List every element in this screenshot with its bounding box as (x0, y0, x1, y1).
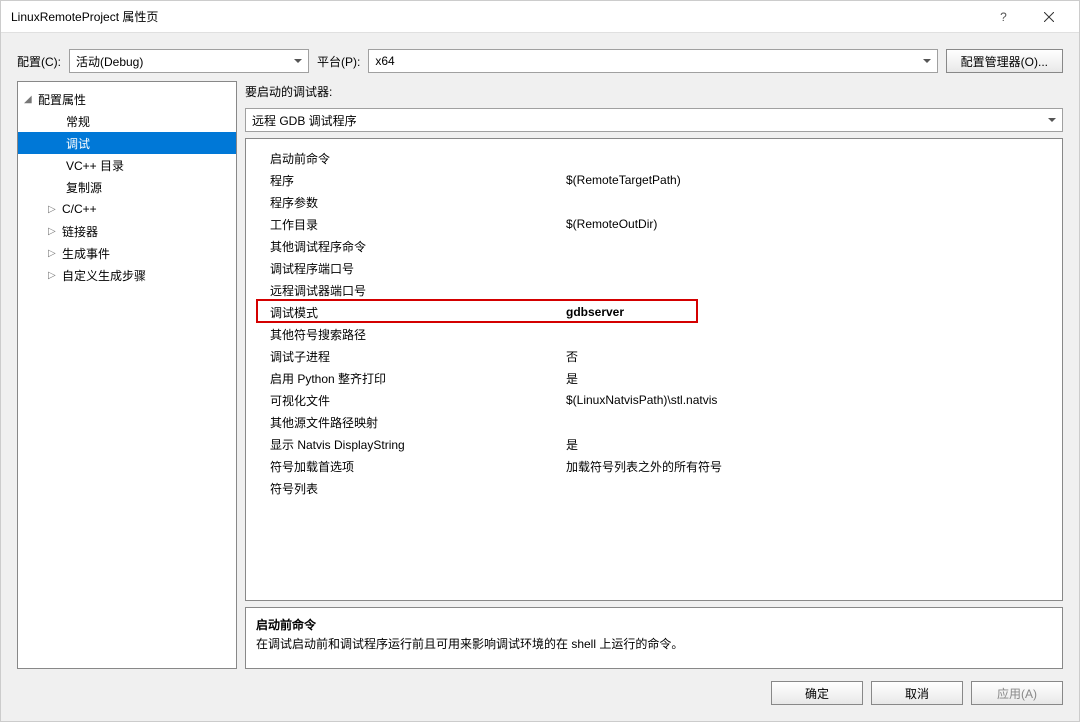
property-value[interactable]: gdbserver (562, 305, 1062, 319)
tree-item-general[interactable]: 常规 (18, 110, 236, 132)
cancel-button[interactable]: 取消 (871, 681, 963, 705)
debugger-combo[interactable]: 远程 GDB 调试程序 (245, 108, 1063, 132)
description-title: 启动前命令 (256, 616, 1052, 633)
property-row[interactable]: 启用 Python 整齐打印是 (246, 367, 1062, 389)
property-name: 远程调试器端口号 (246, 282, 562, 299)
window-title: LinuxRemoteProject 属性页 (11, 8, 981, 25)
property-name: 启用 Python 整齐打印 (246, 370, 562, 387)
property-row[interactable]: 程序$(RemoteTargetPath) (246, 169, 1062, 191)
property-row[interactable]: 符号列表 (246, 477, 1062, 499)
property-row[interactable]: 启动前命令 (246, 147, 1062, 169)
caret-right-icon: ▷ (48, 270, 58, 281)
property-name: 其他符号搜索路径 (246, 326, 562, 343)
configuration-label: 配置(C): (17, 53, 61, 70)
tree-item-buildevents[interactable]: ▷生成事件 (18, 242, 236, 264)
right-panel: 要启动的调试器: 远程 GDB 调试程序 启动前命令程序$(RemoteTarg… (245, 81, 1063, 669)
property-name: 符号加载首选项 (246, 458, 562, 475)
property-name: 调试模式 (246, 304, 562, 321)
property-value[interactable]: $(RemoteOutDir) (562, 217, 1062, 231)
caret-right-icon: ▷ (48, 248, 58, 259)
property-row[interactable]: 程序参数 (246, 191, 1062, 213)
tree-item-ccpp[interactable]: ▷C/C++ (18, 198, 236, 220)
platform-label: 平台(P): (317, 53, 360, 70)
property-name: 符号列表 (246, 480, 562, 497)
description-text: 在调试启动前和调试程序运行前且可用来影响调试环境的在 shell 上运行的命令。 (256, 635, 1052, 652)
caret-down-icon: ◢ (24, 94, 34, 105)
config-manager-button[interactable]: 配置管理器(O)... (946, 49, 1063, 73)
platform-combo[interactable]: x64 (368, 49, 937, 73)
property-grid[interactable]: 启动前命令程序$(RemoteTargetPath)程序参数工作目录$(Remo… (245, 138, 1063, 601)
property-value[interactable]: 是 (562, 436, 1062, 453)
property-pages-dialog: LinuxRemoteProject 属性页 ? 配置(C): 活动(Debug… (0, 0, 1080, 722)
tree-item-custombuild[interactable]: ▷自定义生成步骤 (18, 264, 236, 286)
help-button[interactable]: ? (981, 3, 1026, 31)
property-value[interactable]: $(LinuxNatvisPath)\stl.natvis (562, 393, 1062, 407)
property-row[interactable]: 其他源文件路径映射 (246, 411, 1062, 433)
property-value[interactable]: 否 (562, 348, 1062, 365)
property-name: 可视化文件 (246, 392, 562, 409)
property-name: 程序参数 (246, 194, 562, 211)
property-row[interactable]: 远程调试器端口号 (246, 279, 1062, 301)
property-row[interactable]: 显示 Natvis DisplayString是 (246, 433, 1062, 455)
property-row[interactable]: 调试子进程否 (246, 345, 1062, 367)
dialog-body: 配置(C): 活动(Debug) 平台(P): x64 配置管理器(O)... … (1, 33, 1079, 721)
property-value[interactable]: $(RemoteTargetPath) (562, 173, 1062, 187)
property-name: 启动前命令 (246, 150, 562, 167)
property-name: 其他调试程序命令 (246, 238, 562, 255)
tree-item-linker[interactable]: ▷链接器 (18, 220, 236, 242)
description-box: 启动前命令 在调试启动前和调试程序运行前且可用来影响调试环境的在 shell 上… (245, 607, 1063, 669)
tree-root[interactable]: ◢配置属性 (18, 88, 236, 110)
property-value[interactable]: 是 (562, 370, 1062, 387)
property-name: 调试程序端口号 (246, 260, 562, 277)
property-name: 程序 (246, 172, 562, 189)
property-row[interactable]: 调试程序端口号 (246, 257, 1062, 279)
property-row[interactable]: 其他调试程序命令 (246, 235, 1062, 257)
tree-item-debug[interactable]: 调试 (18, 132, 236, 154)
ok-button[interactable]: 确定 (771, 681, 863, 705)
main-area: ◢配置属性 常规 调试 VC++ 目录 复制源 ▷C/C++ ▷链接器 ▷生成事… (17, 81, 1063, 669)
debugger-to-launch-label: 要启动的调试器: (245, 81, 1063, 102)
caret-right-icon: ▷ (48, 226, 58, 237)
caret-right-icon: ▷ (48, 204, 58, 215)
property-name: 工作目录 (246, 216, 562, 233)
tree-item-vcdirs[interactable]: VC++ 目录 (18, 154, 236, 176)
property-row[interactable]: 调试模式gdbserver (246, 301, 1062, 323)
property-name: 调试子进程 (246, 348, 562, 365)
property-name: 显示 Natvis DisplayString (246, 436, 562, 453)
tree-item-copysrc[interactable]: 复制源 (18, 176, 236, 198)
property-row[interactable]: 可视化文件$(LinuxNatvisPath)\stl.natvis (246, 389, 1062, 411)
property-name: 其他源文件路径映射 (246, 414, 562, 431)
property-row[interactable]: 符号加载首选项加载符号列表之外的所有符号 (246, 455, 1062, 477)
property-row[interactable]: 工作目录$(RemoteOutDir) (246, 213, 1062, 235)
apply-button[interactable]: 应用(A) (971, 681, 1063, 705)
property-row[interactable]: 其他符号搜索路径 (246, 323, 1062, 345)
close-button[interactable] (1026, 3, 1071, 31)
config-row: 配置(C): 活动(Debug) 平台(P): x64 配置管理器(O)... (17, 49, 1063, 73)
close-icon (1044, 12, 1054, 22)
property-value[interactable]: 加载符号列表之外的所有符号 (562, 458, 1062, 475)
config-tree[interactable]: ◢配置属性 常规 调试 VC++ 目录 复制源 ▷C/C++ ▷链接器 ▷生成事… (17, 81, 237, 669)
titlebar: LinuxRemoteProject 属性页 ? (1, 1, 1079, 33)
configuration-combo[interactable]: 活动(Debug) (69, 49, 309, 73)
dialog-footer: 确定 取消 应用(A) (17, 677, 1063, 705)
